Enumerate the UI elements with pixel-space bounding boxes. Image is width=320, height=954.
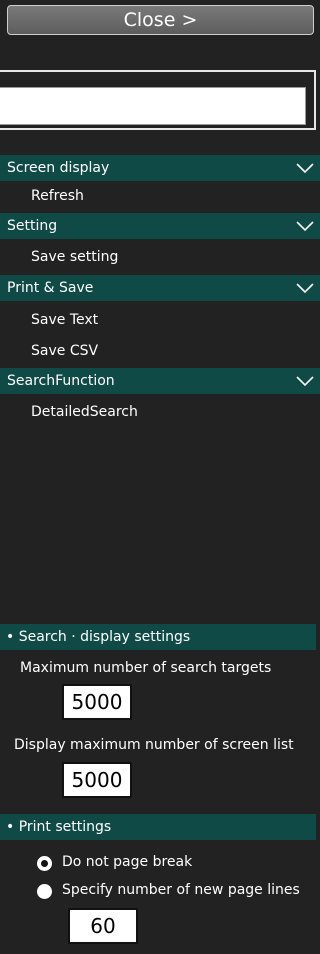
max-search-targets-label: Maximum number of search targets [20, 660, 272, 676]
menu-item-save-csv[interactable]: Save CSV [31, 338, 98, 364]
menu-header-search-function[interactable]: SearchFunction [0, 368, 320, 394]
radio-no-page-break-label: Do not page break [62, 854, 193, 870]
menu-item-detailed-search[interactable]: DetailedSearch [31, 399, 138, 425]
menu-header-setting[interactable]: Setting [0, 213, 320, 239]
menu-header-label: Screen display [7, 160, 110, 176]
max-screen-list-input[interactable]: 5000 [62, 762, 132, 798]
page-lines-input[interactable]: 60 [68, 908, 138, 944]
menu-header-label: Setting [7, 218, 58, 234]
menu-header-print-save[interactable]: Print & Save [0, 275, 320, 301]
menu-item-save-setting[interactable]: Save setting [31, 244, 118, 270]
radio-specify-page-lines-label: Specify number of new page lines [62, 882, 300, 898]
radio-no-page-break[interactable] [37, 856, 52, 871]
menu-header-label: SearchFunction [7, 373, 115, 389]
chevron-down-icon [296, 221, 314, 232]
max-screen-list-label: Display maximum number of screen list [14, 737, 294, 753]
menu-item-refresh[interactable]: Refresh [31, 183, 84, 209]
radio-specify-page-lines[interactable] [37, 884, 52, 899]
section-header-print: • Print settings [0, 814, 316, 840]
section-header-search-display: • Search · display settings [0, 624, 316, 650]
menu-header-label: Print & Save [7, 280, 94, 296]
search-input[interactable] [0, 87, 306, 125]
chevron-down-icon [296, 283, 314, 294]
menu-header-screen-display[interactable]: Screen display [0, 155, 320, 181]
close-button[interactable]: Close > [7, 5, 314, 35]
menu-item-save-text[interactable]: Save Text [31, 307, 98, 333]
max-search-targets-input[interactable]: 5000 [62, 684, 132, 720]
chevron-down-icon [296, 163, 314, 174]
chevron-down-icon [296, 376, 314, 387]
